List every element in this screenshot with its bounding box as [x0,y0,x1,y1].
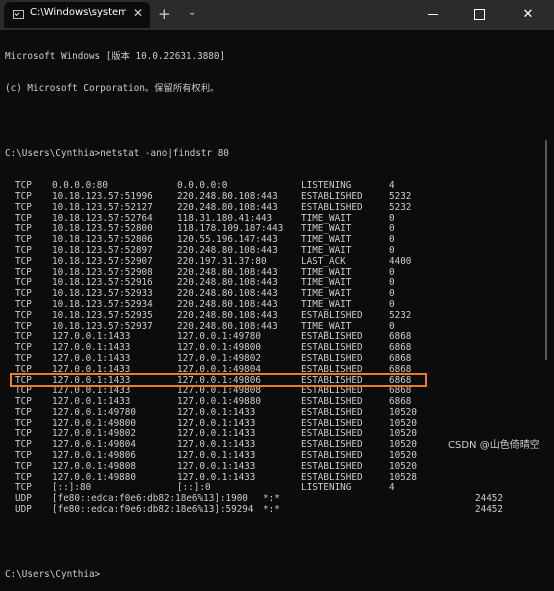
local-address-cell: 10.18.123.57:52127 [52,201,153,213]
title-bar: C:\Windows\system32\cmd.e ✕ + ⌄ ✕ [0,0,554,30]
protocol-cell: UDP [15,493,32,505]
netstat-row: TCP 10.18.123.57:52127 220.248.80.108:443 E… [5,201,535,214]
tab-close-icon[interactable]: ✕ [133,6,143,20]
local-address-cell: 127.0.0.1:49808 [52,460,136,472]
state-cell: ESTABLISHED [301,309,363,321]
netstat-row: TCP 127.0.0.1:49806 127.0.0.1:1433 ESTABLIS… [5,450,535,462]
chevron-down-icon[interactable]: ⌄ [188,7,196,18]
protocol-cell: TCP [15,460,32,472]
banner-line-1: Microsoft Windows [版本 10.0.22631.3880] [5,50,226,62]
local-address-cell: [fe80::edca:f0e6:db82:18e6%13]:59294 [52,504,254,516]
pid-cell: 24452 [475,493,503,505]
protocol-cell: TCP [15,450,32,462]
minimize-button[interactable] [410,0,456,30]
state-cell: ESTABLISHED [301,471,363,483]
local-address-cell: [fe80::edca:f0e6:db82:18e6%13]:1900 [52,493,248,505]
scrollbar[interactable] [543,30,549,455]
local-address-cell: 10.18.123.57:52907 [52,255,153,267]
foreign-address-cell: 220.197.31.37:80 [177,255,267,267]
foreign-address-cell: 127.0.0.1:1433 [177,450,256,462]
watermark: CSDN @山色倚晴空 [448,440,540,451]
pid-cell: 10528 [389,471,417,483]
terminal-output[interactable]: Microsoft Windows [版本 10.0.22631.3880] (… [5,30,535,580]
protocol-cell: TCP [15,201,32,213]
netstat-row: TCP 10.18.123.57:52935 220.248.80.108:443 E… [5,309,535,322]
protocol-cell: UDP [15,504,32,516]
local-address-cell: [::]:80 [52,482,92,494]
banner-line-2: (c) Microsoft Corporation。保留所有权利。 [5,82,220,94]
command-line: C:\Users\Cynthia>netstat -ano|findstr 80 [5,147,229,159]
foreign-address-cell: 127.0.0.1:1433 [177,471,256,483]
netstat-row: TCP 10.18.123.57:52907 220.197.31.37:80 LAS… [5,255,535,268]
netstat-row: TCP 127.0.0.1:49808 127.0.0.1:1433 ESTABLIS… [5,460,535,473]
highlight-box [10,373,427,387]
pid-cell: 4400 [389,255,412,267]
protocol-cell: TCP [15,309,32,321]
command-prompt[interactable]: C:\Users\Cynthia> [5,569,535,581]
foreign-address-cell: *:* [263,504,280,516]
pid-cell: 5232 [389,309,412,321]
pid-cell: 10520 [389,460,417,472]
netstat-row: UDP [fe80::edca:f0e6:db82:18e6%13]:1900 *:… [5,493,535,505]
local-address-cell: 127.0.0.1:49806 [52,450,136,462]
pid-cell: 24452 [475,504,503,516]
foreign-address-cell: 220.248.80.108:443 [177,201,278,213]
close-icon: ✕ [522,7,534,22]
foreign-address-cell: [::]:0 [177,482,211,494]
netstat-row: UDP [fe80::edca:f0e6:db82:18e6%13]:59294 *… [5,504,535,516]
foreign-address-cell: 127.0.0.1:1433 [177,460,256,472]
close-button[interactable]: ✕ [502,0,554,30]
terminal-icon [13,10,24,19]
state-cell: LAST_ACK [301,255,346,267]
new-tab-icon[interactable]: + [158,5,171,23]
protocol-cell: TCP [15,471,32,483]
state-cell: LISTENING [301,482,352,494]
pid-cell: 10520 [389,450,417,462]
maximize-button[interactable] [456,0,502,30]
state-cell: ESTABLISHED [301,450,363,462]
netstat-output: TCP 0.0.0.0:80 0.0.0.0:0 LISTENING 4 TCP 10.18… [5,180,535,516]
foreign-address-cell: *:* [263,493,280,505]
local-address-cell: 10.18.123.57:52935 [52,309,153,321]
maximize-icon [473,9,485,20]
foreign-address-cell: 220.248.80.108:443 [177,309,278,321]
scrollbar-thumb[interactable] [545,140,547,360]
protocol-cell: TCP [15,482,32,494]
local-address-cell: 127.0.0.1:49880 [52,471,136,483]
pid-cell: 4 [389,482,395,494]
protocol-cell: TCP [15,255,32,267]
pid-cell: 5232 [389,201,412,213]
terminal-tab[interactable]: C:\Windows\system32\cmd.e ✕ [4,2,150,28]
netstat-row: TCP 127.0.0.1:49880 127.0.0.1:1433 ESTABLIS… [5,471,535,484]
state-cell: ESTABLISHED [301,460,363,472]
netstat-row: TCP [::]:80 [::]:0 LISTENING 4 [5,483,535,494]
minimize-icon [428,14,438,15]
state-cell: ESTABLISHED [301,201,363,213]
tab-title: C:\Windows\system32\cmd.e [30,7,126,18]
